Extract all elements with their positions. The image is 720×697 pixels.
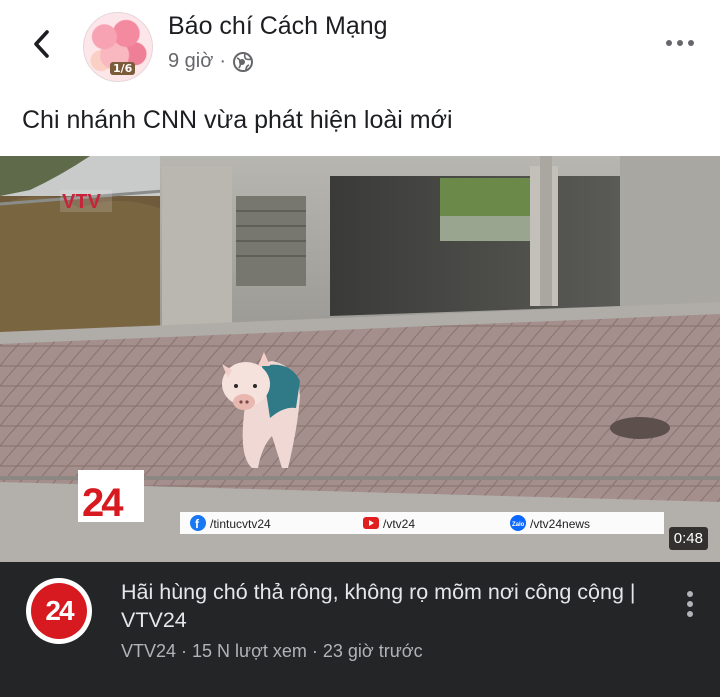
channel-logo: 24 (26, 578, 92, 644)
video-duration: 0:48 (668, 527, 708, 550)
avatar-badge: 1/6 (110, 62, 136, 75)
video-player[interactable]: VTV 24 f /tintucvtv24 /vtv24 Zalo /vtv24… (0, 156, 720, 562)
ticker-facebook: /tintucvtv24 (210, 517, 271, 531)
post-caption: Chi nhánh CNN vừa phát hiện loài mới (22, 106, 453, 134)
chevron-left-icon (34, 30, 49, 58)
ticker-zalo: /vtv24news (530, 517, 590, 531)
post-meta: 9 giờ · (168, 50, 254, 73)
link-more-button[interactable] (676, 584, 704, 624)
vtv-watermark-text: VTV (62, 191, 102, 213)
more-horizontal-icon (666, 40, 694, 46)
channel-logo-text: 24 (31, 583, 87, 639)
video-frame-illustration: VTV 24 f /tintucvtv24 /vtv24 Zalo /vtv24… (0, 156, 720, 562)
post-time[interactable]: 9 giờ (168, 50, 213, 73)
post-more-button[interactable] (660, 28, 700, 58)
page-name[interactable]: Báo chí Cách Mạng (168, 12, 388, 41)
more-vertical-icon (687, 591, 693, 617)
globe-icon (233, 51, 254, 72)
ticker-youtube: /vtv24 (383, 517, 415, 531)
meta-separator: · (219, 50, 227, 72)
link-meta: VTV24 · 15 N lượt xem · 23 giờ trước (121, 641, 423, 661)
ticker-logo-text: 24 (82, 481, 124, 525)
link-title[interactable]: Hãi hùng chó thả rông, không rọ mõm nơi … (121, 578, 641, 634)
post-header: 1/6 Báo chí Cách Mạng 9 giờ · (0, 0, 720, 92)
back-button[interactable] (22, 22, 62, 66)
ticker-zalo-badge: Zalo (512, 522, 525, 528)
